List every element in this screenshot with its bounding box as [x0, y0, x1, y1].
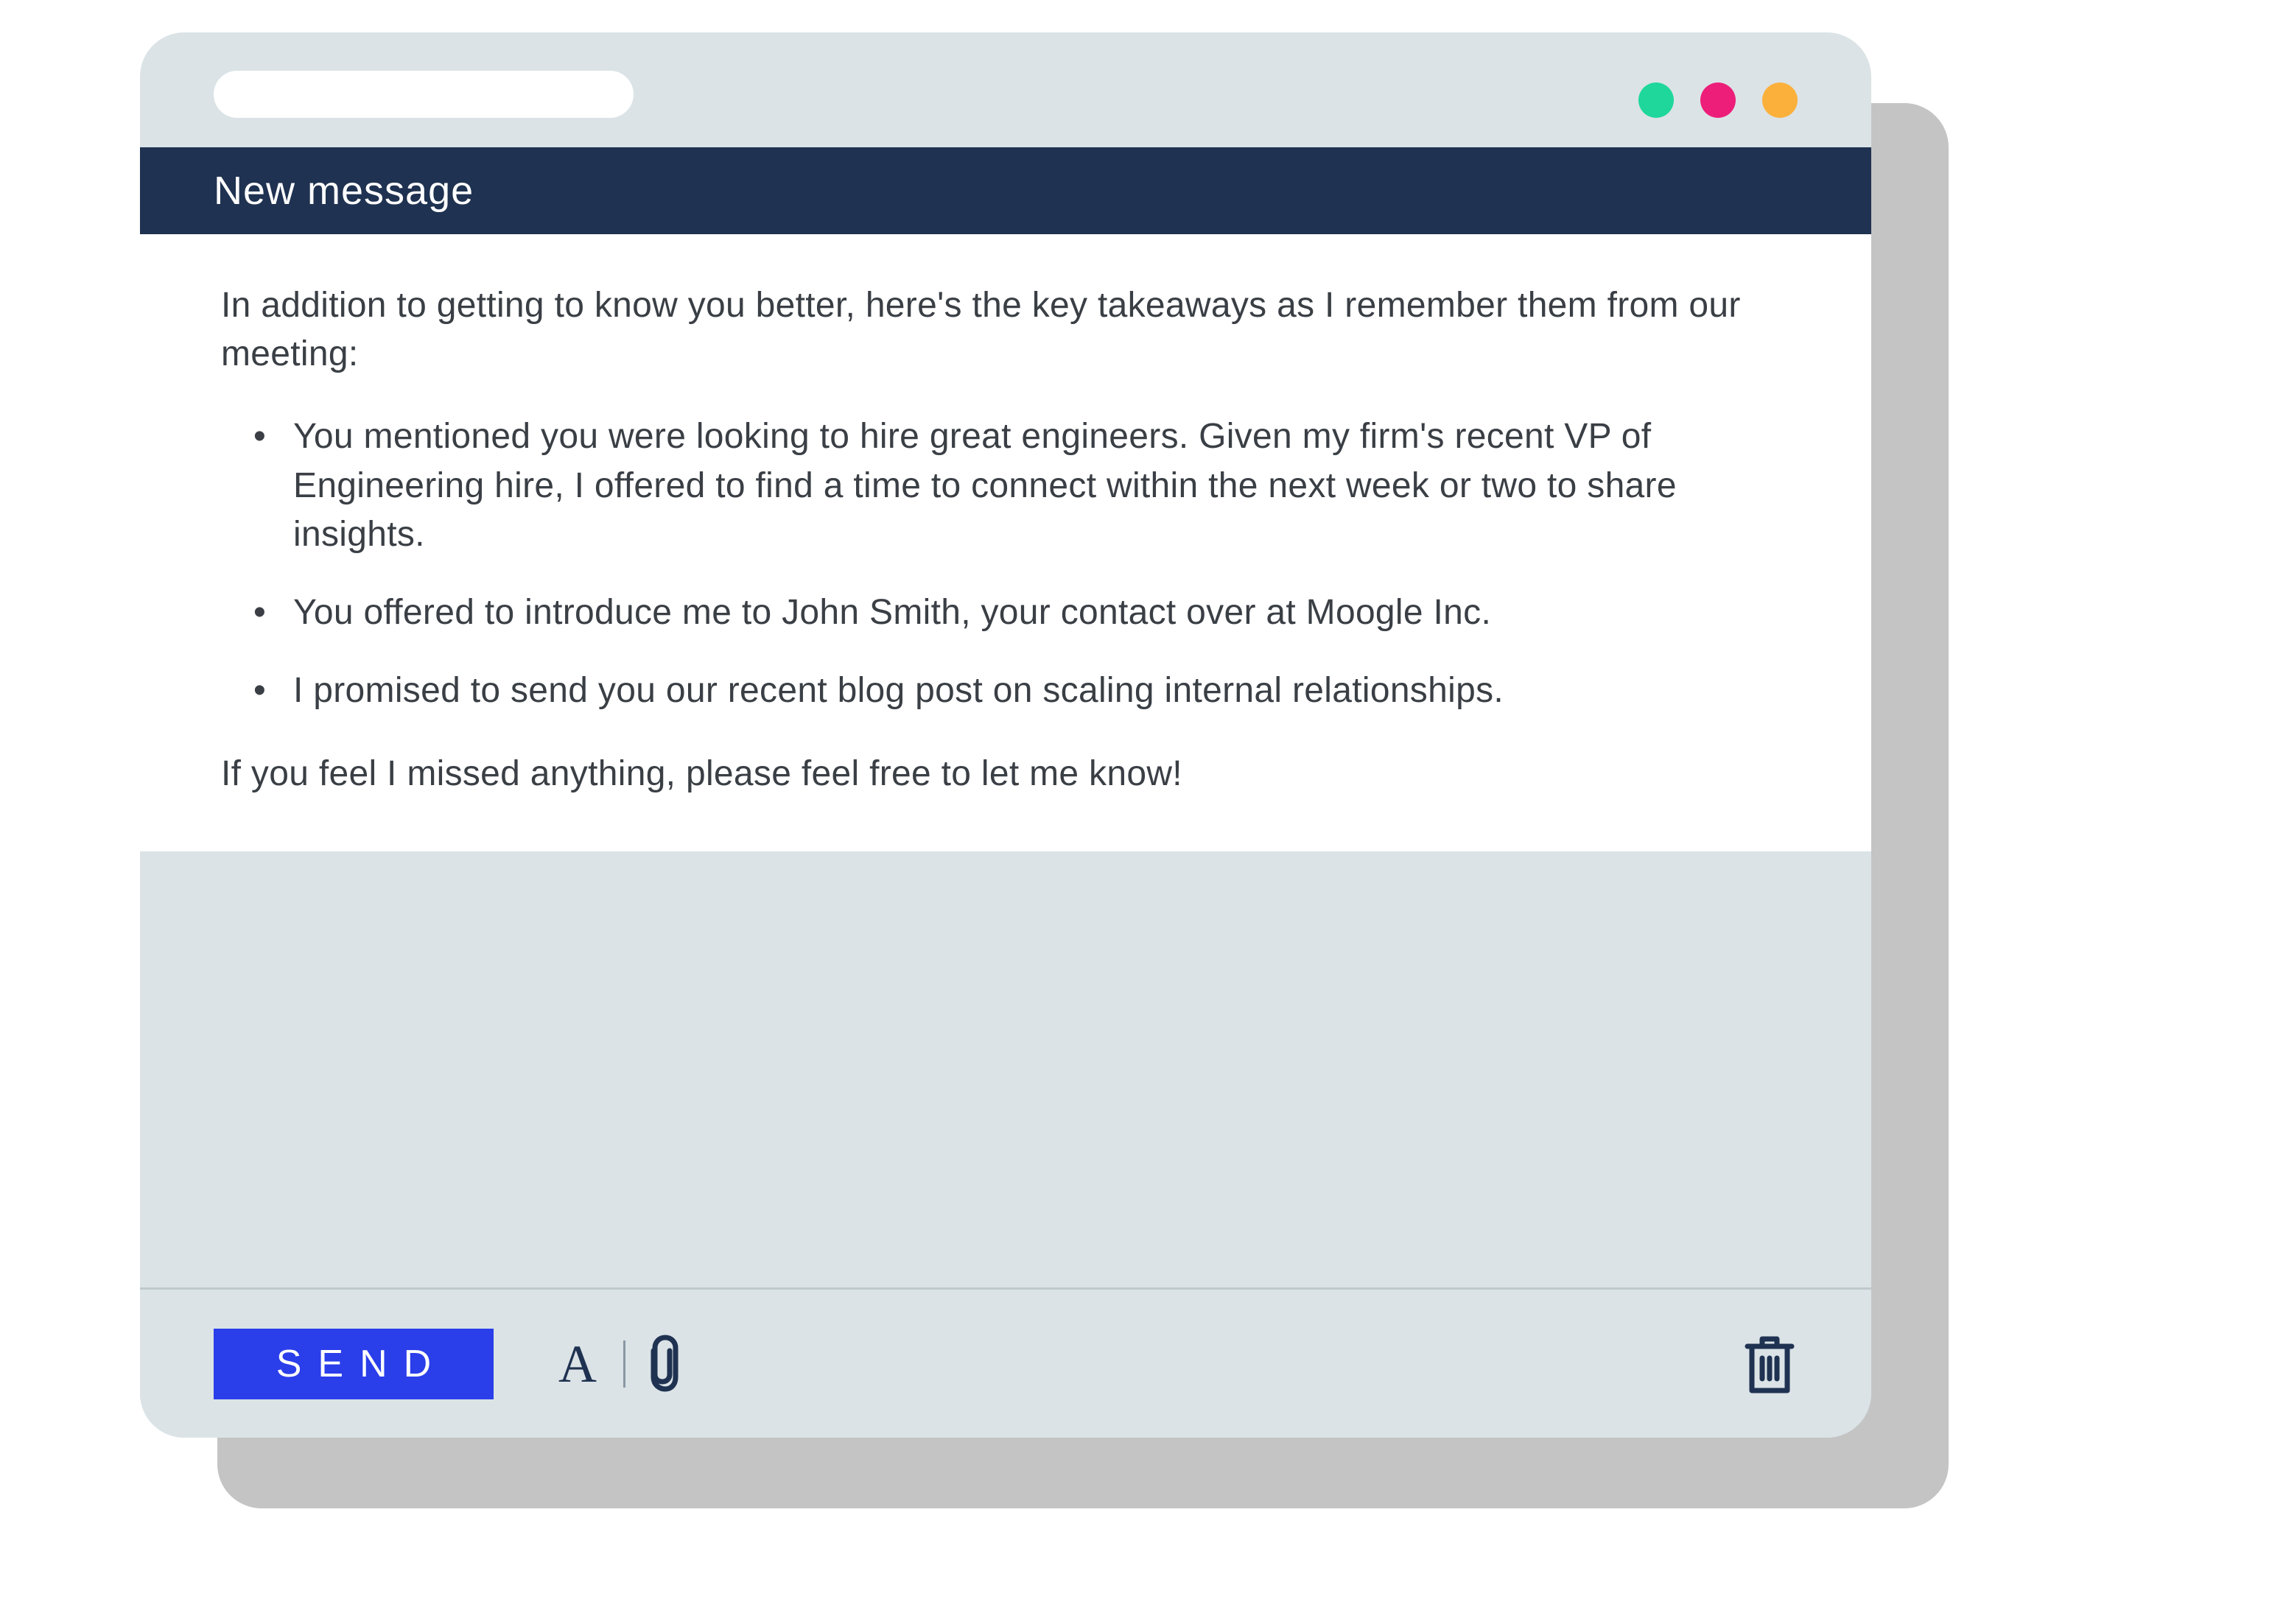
address-bar[interactable] — [214, 71, 634, 118]
window-chrome — [140, 32, 1871, 147]
compose-toolbar: SEND A — [140, 1287, 1871, 1438]
body-intro: In addition to getting to know you bette… — [221, 281, 1798, 379]
window-control-minimize[interactable] — [1638, 82, 1674, 118]
window-controls — [1638, 82, 1798, 118]
body-bullet-list: You mentioned you were looking to hire g… — [221, 412, 1798, 715]
send-button[interactable]: SEND — [214, 1329, 494, 1399]
trash-icon[interactable] — [1742, 1332, 1798, 1396]
attachment-icon[interactable] — [645, 1335, 679, 1393]
compose-title: New message — [214, 168, 474, 214]
text-format-icon[interactable]: A — [558, 1337, 597, 1391]
toolbar-divider — [623, 1340, 625, 1388]
body-bullet-item: You mentioned you were looking to hire g… — [253, 412, 1798, 559]
body-bullet-item: I promised to send you our recent blog p… — [253, 667, 1798, 715]
body-outro: If you feel I missed anything, please fe… — [221, 750, 1798, 798]
window-control-maximize[interactable] — [1762, 82, 1798, 118]
compose-header: New message — [140, 147, 1871, 234]
compose-body[interactable]: In addition to getting to know you bette… — [140, 234, 1871, 851]
body-bullet-item: You offered to introduce me to John Smit… — [253, 588, 1798, 637]
window-control-close[interactable] — [1700, 82, 1736, 118]
compose-window: New message In addition to getting to kn… — [140, 32, 1871, 1438]
formatting-tools: A — [558, 1335, 679, 1393]
